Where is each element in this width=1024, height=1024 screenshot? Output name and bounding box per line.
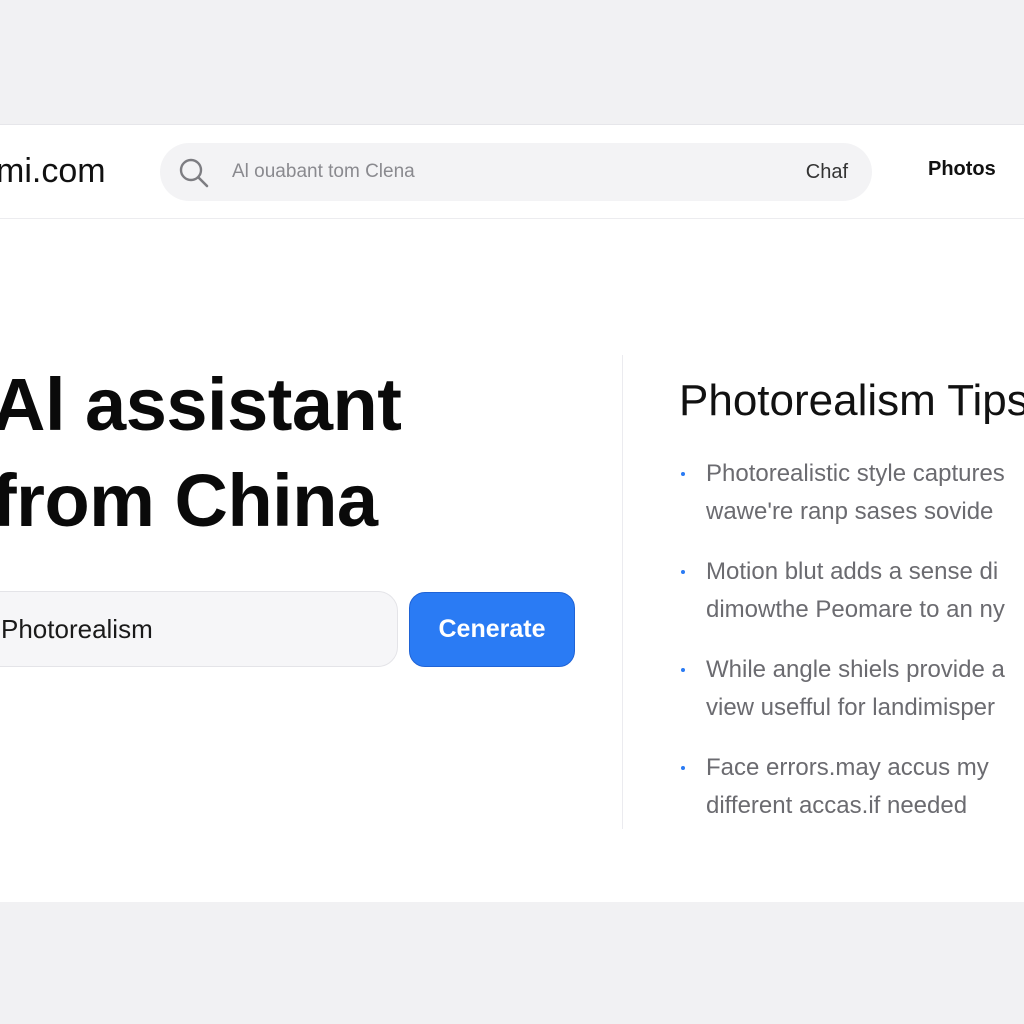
- tip-text-line-2: different accas.if needed: [706, 792, 968, 819]
- search-input[interactable]: [232, 143, 772, 201]
- tips-list: Photorealistic style captures wawe're ra…: [678, 455, 1024, 847]
- tips-title: Photorealism Tips: [679, 376, 1024, 425]
- search-icon[interactable]: [178, 157, 210, 189]
- tip-text-line-1: Photorealistic style captures: [706, 460, 1005, 487]
- hero-title-line-2: from China: [0, 459, 378, 542]
- tip-item: While angle shiels provide a view useffu…: [678, 651, 1024, 727]
- nav-photos-link[interactable]: Photos: [928, 158, 996, 181]
- search-chat-button[interactable]: Chaf: [806, 143, 848, 201]
- hero-title: Al assistant from China: [0, 357, 402, 549]
- search-bar[interactable]: Chaf: [160, 143, 872, 201]
- page: mi.com Chaf Photos Al assistant from Chi…: [0, 0, 1024, 1024]
- tip-item: Face errors.may accus my different accas…: [678, 749, 1024, 825]
- tip-text-line-2: wawe're ranp sases sovide: [706, 498, 994, 525]
- vertical-divider: [622, 355, 623, 829]
- bullet-dot-icon: [681, 570, 685, 574]
- bullet-dot-icon: [681, 668, 685, 672]
- tip-item: Photorealistic style captures wawe're ra…: [678, 455, 1024, 531]
- generate-button[interactable]: Cenerate: [409, 592, 575, 667]
- site-header: mi.com Chaf Photos: [0, 125, 1024, 219]
- tip-text-line-1: While angle shiels provide a: [706, 656, 1005, 683]
- bullet-dot-icon: [681, 472, 685, 476]
- tip-text-line-1: Motion blut adds a sense di: [706, 558, 999, 585]
- tip-text-line-2: view usefful for landimisper: [706, 694, 996, 721]
- tip-text-line-1: Face errors.may accus my: [706, 754, 989, 781]
- main-card: mi.com Chaf Photos Al assistant from Chi…: [0, 124, 1024, 902]
- prompt-input[interactable]: [0, 591, 398, 667]
- tip-item: Motion blut adds a sense di dimowthe Peo…: [678, 553, 1024, 629]
- tip-text-line-2: dimowthe Peomare to an ny: [706, 596, 1005, 623]
- bullet-dot-icon: [681, 766, 685, 770]
- hero-title-line-1: Al assistant: [0, 363, 402, 446]
- site-logo[interactable]: mi.com: [0, 151, 106, 191]
